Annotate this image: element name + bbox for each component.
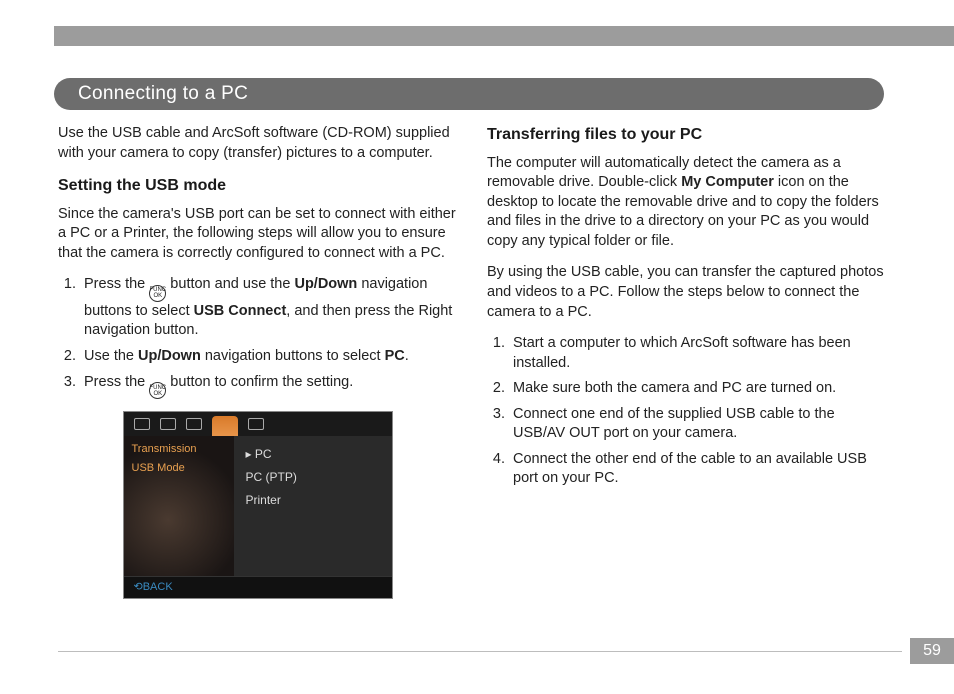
usb-step-2: Use the Up/Down navigation buttons to se…	[80, 347, 457, 367]
camera-body: Transmission USB Mode PC PC (PTP) Printe…	[124, 436, 392, 576]
camera-back-bar: ⟲BACK	[124, 576, 392, 598]
camera-tab-icon	[248, 418, 264, 430]
transfer-step-4: Connect the other end of the cable to an…	[509, 450, 886, 489]
camera-option-printer: Printer	[246, 492, 380, 508]
left-column: Use the USB cable and ArcSoft software (…	[58, 124, 457, 599]
camera-transmission-label: Transmission	[132, 442, 226, 457]
camera-ui-screenshot: Transmission USB Mode PC PC (PTP) Printe…	[123, 411, 393, 599]
page-number: 59	[910, 638, 954, 664]
header-bar	[54, 26, 954, 46]
intro-text: Use the USB cable and ArcSoft software (…	[58, 124, 457, 163]
transfer-desc-1: The computer will automatically detect t…	[487, 154, 886, 252]
camera-tab-bar	[124, 412, 392, 436]
transfer-steps-list: Start a computer to which ArcSoft softwa…	[487, 334, 886, 489]
usb-steps-list: Press the button and use the Up/Down nav…	[58, 275, 457, 399]
setting-usb-heading: Setting the USB mode	[58, 175, 457, 197]
camera-option-ptp: PC (PTP)	[246, 469, 380, 485]
usb-step-1: Press the button and use the Up/Down nav…	[80, 275, 457, 341]
func-ok-icon	[149, 285, 166, 302]
camera-usbmode-label: USB Mode	[132, 461, 226, 476]
usb-step-3: Press the button to confirm the setting.	[80, 373, 457, 400]
section-title-pill: Connecting to a PC	[54, 78, 884, 110]
transfer-desc-2: By using the USB cable, you can transfer…	[487, 263, 886, 322]
usb-mode-desc: Since the camera's USB port can be set t…	[58, 205, 457, 264]
camera-menu-right: PC PC (PTP) Printer	[234, 436, 392, 576]
camera-tab-icon	[186, 418, 202, 430]
camera-back-label: ⟲BACK	[134, 580, 173, 595]
content-columns: Use the USB cable and ArcSoft software (…	[58, 124, 886, 599]
transfer-step-1: Start a computer to which ArcSoft softwa…	[509, 334, 886, 373]
camera-option-pc: PC	[246, 446, 380, 462]
transfer-step-2: Make sure both the camera and PC are tur…	[509, 379, 886, 399]
page-footer: 59	[58, 638, 954, 664]
func-ok-icon	[149, 382, 166, 399]
camera-menu-left: Transmission USB Mode	[124, 436, 234, 576]
section-title: Connecting to a PC	[78, 83, 248, 105]
right-column: Transferring files to your PC The comput…	[487, 124, 886, 599]
footer-rule	[58, 651, 902, 652]
transfer-step-3: Connect one end of the supplied USB cabl…	[509, 405, 886, 444]
transfer-heading: Transferring files to your PC	[487, 124, 886, 146]
camera-tab-icon	[134, 418, 150, 430]
camera-tab-icon	[160, 418, 176, 430]
camera-active-tab	[212, 416, 238, 436]
